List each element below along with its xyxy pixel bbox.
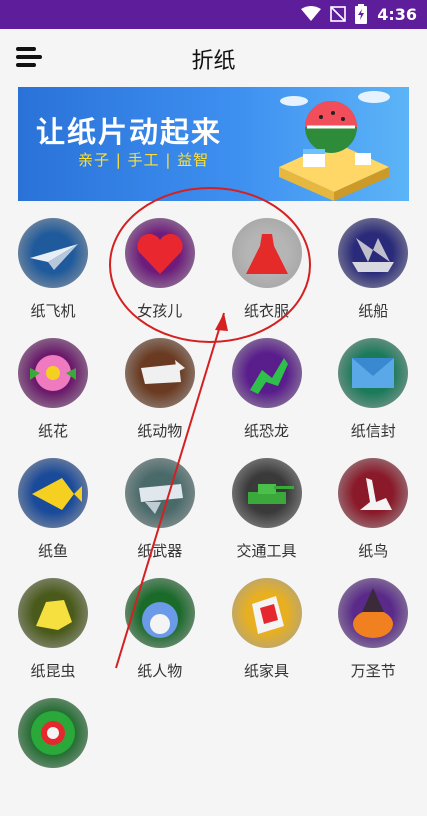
- category-label: 万圣节: [350, 662, 396, 680]
- category-label: 纸花: [37, 422, 68, 440]
- category-item[interactable]: 纸家具: [214, 578, 320, 696]
- category-label: 纸飞机: [30, 302, 76, 320]
- swan-icon: [338, 458, 409, 528]
- category-label: 纸昆虫: [30, 662, 76, 680]
- category-item[interactable]: 纸飞机: [0, 218, 106, 336]
- category-label: 纸鸟: [358, 542, 389, 560]
- category-label: 纸人物: [137, 662, 183, 680]
- category-item[interactable]: 纸衣服: [214, 218, 320, 336]
- banner-subtitle: 亲子 | 手工 | 益智: [78, 151, 210, 169]
- category-item[interactable]: 纸昆虫: [0, 578, 106, 696]
- category-label: 纸衣服: [243, 302, 289, 320]
- category-label: 纸武器: [137, 542, 183, 560]
- category-item[interactable]: 纸动物: [107, 338, 213, 456]
- boat-icon: [338, 218, 409, 288]
- category-item[interactable]: 纸信封: [320, 338, 426, 456]
- page-title: 折纸: [191, 49, 236, 74]
- totoro-icon: [124, 578, 195, 648]
- promo-banner[interactable]: 让纸片动起来 亲子 | 手工 | 益智: [18, 87, 409, 201]
- status-bar: 4:36: [0, 0, 427, 29]
- chair-icon: [231, 578, 302, 648]
- envelope-icon: [338, 338, 409, 408]
- category-item[interactable]: 纸武器: [107, 458, 213, 576]
- dress-icon: [231, 218, 302, 288]
- christmas-wreath-icon: [18, 698, 88, 768]
- category-item[interactable]: 女孩儿: [107, 218, 213, 336]
- category-item[interactable]: 万圣节: [320, 578, 426, 696]
- category-label: 女孩儿: [137, 302, 183, 320]
- category-label: 纸信封: [350, 422, 396, 440]
- category-item[interactable]: 纸恐龙: [214, 338, 320, 456]
- category-item[interactable]: 纸鸟: [320, 458, 426, 576]
- dinosaur-icon: [231, 338, 302, 408]
- paper-plane-icon: [18, 218, 88, 288]
- fish-icon: [18, 458, 88, 528]
- tank-icon: [231, 458, 302, 528]
- heart-icon: [124, 218, 195, 288]
- category-item[interactable]: 交通工具: [214, 458, 320, 576]
- category-label: 纸家具: [243, 662, 289, 680]
- battery-icon: [355, 4, 368, 24]
- wifi-icon: [301, 6, 322, 21]
- category-label: 交通工具: [236, 542, 297, 560]
- app-bar: 折纸: [0, 29, 427, 87]
- category-label: 纸动物: [137, 422, 183, 440]
- category-item[interactable]: 纸船: [320, 218, 426, 336]
- category-label: 纸鱼: [37, 542, 68, 560]
- category-item[interactable]: 纸人物: [107, 578, 213, 696]
- category-item[interactable]: 纸鱼: [0, 458, 106, 576]
- animal-icon: [124, 338, 195, 408]
- weapon-icon: [124, 458, 195, 528]
- pumpkin-icon: [338, 578, 409, 648]
- category-label: 纸恐龙: [243, 422, 289, 440]
- category-label: 纸船: [358, 302, 389, 320]
- category-item[interactable]: 纸花: [0, 338, 106, 456]
- category-item[interactable]: [0, 698, 106, 816]
- watermelon-scene-icon: [279, 91, 390, 201]
- no-signal-icon: [330, 6, 347, 22]
- frog-icon: [18, 578, 88, 648]
- status-time: 4:36: [377, 4, 417, 24]
- banner-title: 让纸片动起来: [36, 115, 223, 149]
- flower-icon: [18, 338, 88, 408]
